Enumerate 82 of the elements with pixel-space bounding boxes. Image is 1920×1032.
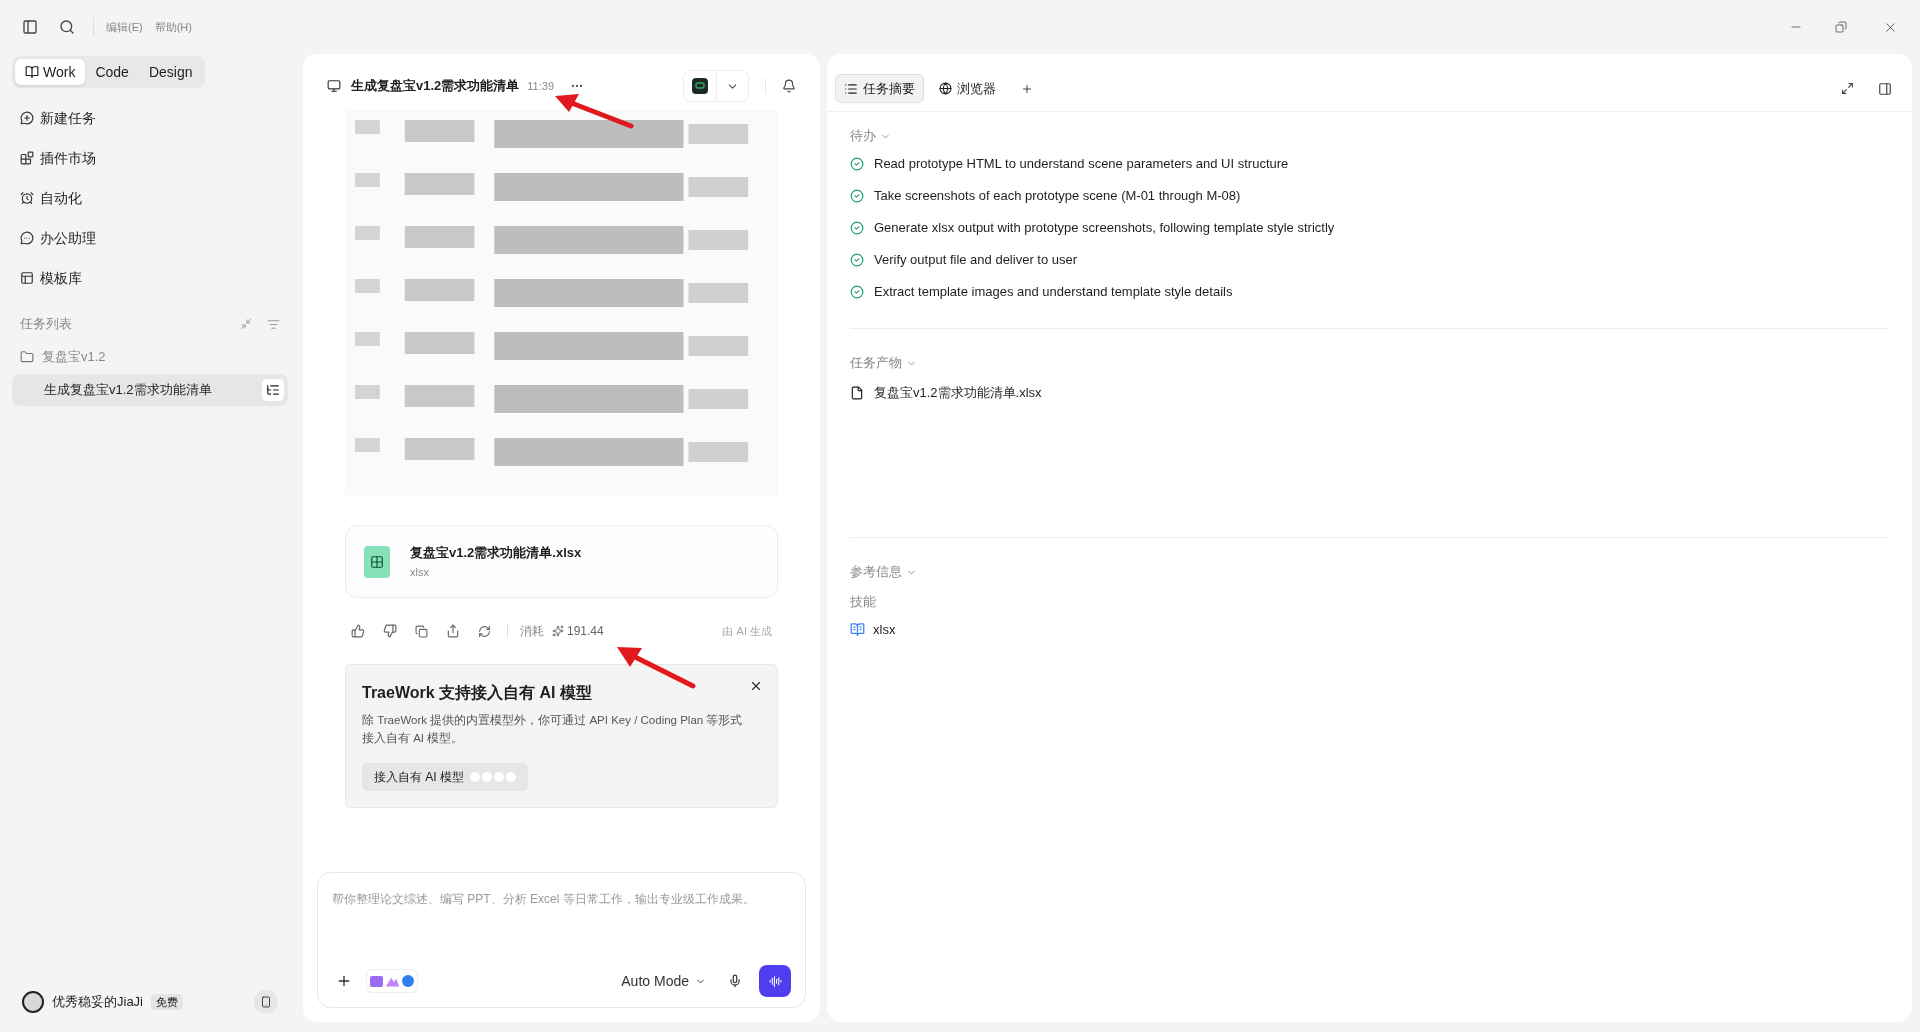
file-card[interactable]: 复盘宝v1.2需求功能清单.xlsx xlsx <box>345 525 778 598</box>
monitor-icon <box>327 79 341 93</box>
file-type: xlsx <box>410 565 430 580</box>
skills-label: 技能 <box>850 593 877 611</box>
skill-item[interactable]: xlsx <box>873 619 896 640</box>
chat-time: 11:39 <box>527 78 555 94</box>
plan-badge: 免费 <box>151 993 183 1011</box>
section-title: 任务产物 <box>850 354 902 373</box>
nav-item[interactable]: 模板库 <box>40 267 82 289</box>
restore-icon[interactable] <box>1835 21 1847 33</box>
terminal-icon <box>692 78 708 94</box>
folder-icon <box>20 350 34 364</box>
panel-tab[interactable]: 任务摘要 <box>835 74 924 103</box>
section-title: 参考信息 <box>850 563 902 582</box>
task-title: 生成复盘宝v1.2需求功能清单 <box>44 381 213 400</box>
message-input[interactable]: 帮你整理论文综述、编写 PPT、分析 Excel 等日常工作，输出专业级工作成果。 Auto Mode <box>317 872 806 1008</box>
phone-button[interactable] <box>254 990 278 1014</box>
copy-icon[interactable] <box>415 624 428 638</box>
model-logos-icon <box>470 772 516 782</box>
close-icon[interactable] <box>749 679 763 693</box>
tree-icon <box>266 383 280 397</box>
template-icon <box>20 271 34 285</box>
mode-tab[interactable]: Work <box>15 59 86 85</box>
section-title: 待办 <box>850 127 876 146</box>
chat-title: 生成复盘宝v1.2需求功能清单 <box>351 77 520 96</box>
file-icon <box>850 386 864 400</box>
nav-item[interactable]: 办公助理 <box>40 227 96 249</box>
chat-plus-icon <box>20 111 34 125</box>
user-name: 优秀稳妥的JiaJi <box>52 993 143 1012</box>
share-icon[interactable] <box>446 624 460 638</box>
avatar[interactable] <box>22 991 44 1013</box>
prompt-field[interactable]: 帮你整理论文综述、编写 PPT、分析 Excel 等日常工作，输出专业级工作成果。 <box>332 889 791 965</box>
chat-dots-icon <box>20 231 34 245</box>
expand-icon[interactable] <box>1841 82 1854 95</box>
voice-button[interactable] <box>759 965 791 997</box>
collapse-icon[interactable] <box>240 318 252 330</box>
nav-item[interactable]: 自动化 <box>40 187 82 209</box>
mode-dropdown[interactable]: Auto Mode <box>621 970 706 992</box>
sidebar-toggle-icon[interactable] <box>22 19 38 35</box>
section-title: 任务列表 <box>20 315 73 334</box>
file-name: 复盘宝v1.2需求功能清单.xlsx <box>410 543 582 562</box>
alarm-clock-icon <box>20 191 34 205</box>
todo-text: Verify output file and deliver to user <box>874 251 1078 270</box>
list-icon <box>844 81 858 96</box>
blocks-icon <box>20 151 34 165</box>
tree-button[interactable] <box>262 379 284 401</box>
cost-value: 191.44 <box>567 623 604 640</box>
todo-text: Extract template images and understand template style details <box>874 283 1233 302</box>
thumbs-down-icon[interactable] <box>383 624 397 638</box>
output-file[interactable]: 复盘宝v1.2需求功能清单.xlsx <box>874 383 1042 403</box>
ai-note: 由 AI 生成 <box>722 623 772 639</box>
nav-item[interactable]: 新建任务 <box>40 107 96 129</box>
book-icon <box>25 65 39 79</box>
panel-toggle-icon[interactable] <box>1878 81 1892 96</box>
todo-text: Read prototype HTML to understand scene parameters and UI structure <box>874 155 1289 174</box>
mode-tab[interactable]: Code <box>85 59 139 85</box>
promo-title: TraeWork 支持接入自有 AI 模型 <box>362 683 592 703</box>
app-icons[interactable] <box>366 969 418 993</box>
todo-text: Generate xlsx output with prototype screenshots, following template style strictly <box>874 219 1335 238</box>
bell-icon[interactable] <box>782 79 796 93</box>
promo-text: 除 TraeWork 提供的内置模型外，你可通过 API Key / Coding Plan 等形式接入自有 AI 模型。 <box>362 713 744 746</box>
phone-icon <box>260 996 272 1008</box>
book-icon <box>850 622 865 637</box>
add-tab-icon[interactable] <box>1021 82 1033 95</box>
mode-tab[interactable]: Design <box>138 59 203 85</box>
terminal-button[interactable] <box>683 70 717 102</box>
task-item[interactable]: 生成复盘宝v1.2需求功能清单 <box>12 374 288 406</box>
thumbs-up-icon[interactable] <box>351 624 365 638</box>
sparkle-icon <box>552 625 564 637</box>
spreadsheet-icon <box>364 545 390 578</box>
search-icon[interactable] <box>59 19 75 35</box>
panel-tab[interactable]: 浏览器 <box>930 74 1005 103</box>
microphone-icon[interactable] <box>728 974 742 988</box>
nav-item[interactable]: 插件市场 <box>40 147 96 169</box>
audio-wave-icon <box>768 974 782 988</box>
plus-icon[interactable] <box>336 973 352 989</box>
globe-icon <box>939 82 952 95</box>
cost-label: 消耗 <box>520 623 544 640</box>
refresh-icon[interactable] <box>478 624 491 638</box>
todo-text: Take screenshots of each prototype scene (M-01 through M-08) <box>874 187 1241 206</box>
connect-model-button[interactable]: 接入自有 AI 模型 <box>362 763 528 791</box>
filter-icon[interactable] <box>267 317 280 331</box>
